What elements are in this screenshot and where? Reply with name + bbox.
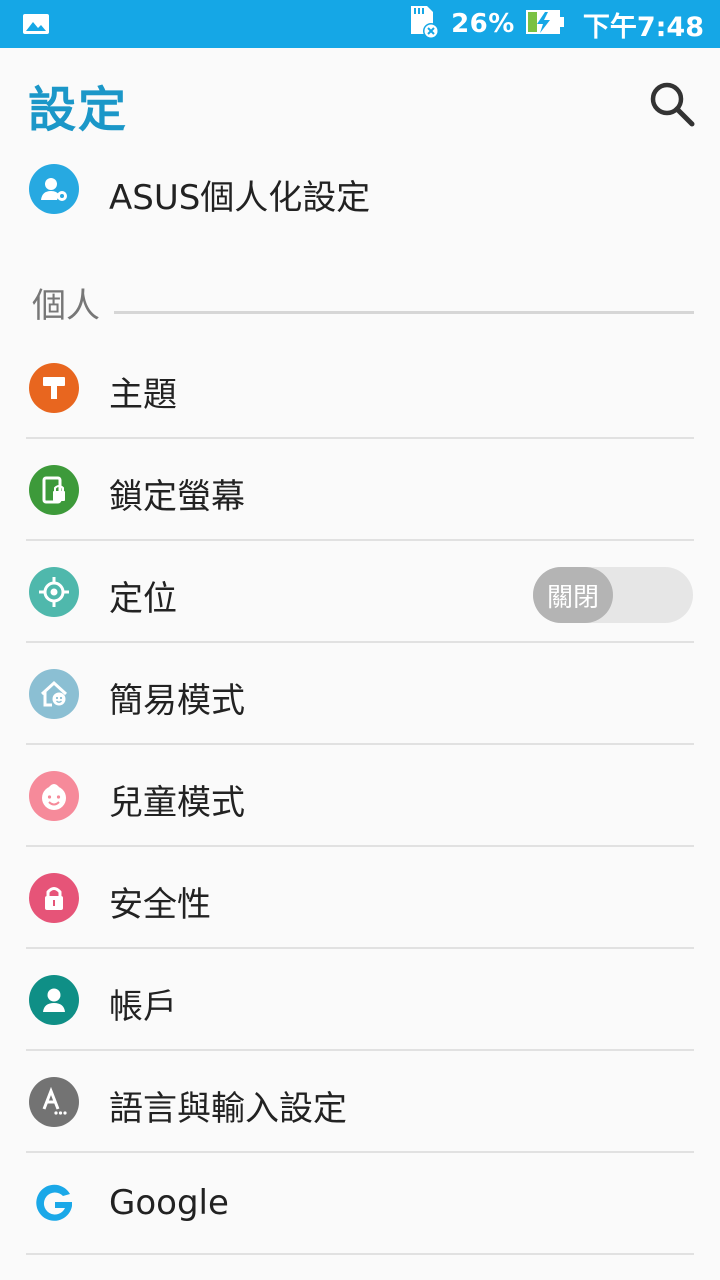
padlock-icon	[29, 873, 79, 923]
language-letter-icon	[29, 1077, 79, 1127]
settings-item-language-input[interactable]: 語言與輸入設定	[0, 1051, 720, 1153]
lock-screen-icon	[29, 465, 79, 515]
search-icon	[650, 82, 695, 127]
gallery-notification-icon	[22, 12, 50, 40]
settings-item-label: 主題	[109, 375, 177, 415]
section-title: 個人	[32, 286, 100, 326]
settings-item-themes[interactable]: 主題	[0, 337, 720, 439]
settings-item-lock-screen[interactable]: 鎖定螢幕	[0, 439, 720, 541]
section-divider	[114, 311, 694, 314]
settings-item-label: 安全性	[109, 885, 211, 925]
divider	[26, 1253, 694, 1255]
section-header-personal: 個人	[32, 278, 694, 326]
settings-item-accounts[interactable]: 帳戶	[0, 949, 720, 1051]
settings-list: 主題 鎖定螢幕 定位 關閉 簡易模式 兒童模式 安全性 帳戶 語言與輸入設定 G…	[0, 337, 720, 1255]
page-title: 設定	[28, 82, 129, 138]
toggle-knob: 關閉	[533, 567, 613, 623]
settings-item-label: 鎖定螢幕	[109, 477, 245, 517]
clock: 下午7:48	[582, 11, 704, 43]
asus-customized-settings-item[interactable]: ASUS個人化設定	[0, 150, 720, 230]
settings-item-kids-mode[interactable]: 兒童模式	[0, 745, 720, 847]
settings-item-label: 語言與輸入設定	[109, 1089, 347, 1129]
settings-item-label: 定位	[109, 579, 177, 619]
settings-item-easy-mode[interactable]: 簡易模式	[0, 643, 720, 745]
sd-card-removed-icon	[407, 4, 441, 44]
location-toggle[interactable]: 關閉	[533, 567, 693, 623]
settings-item-label: 兒童模式	[109, 783, 245, 823]
settings-item-location[interactable]: 定位 關閉	[0, 541, 720, 643]
battery-percent: 26%	[451, 9, 515, 39]
account-person-icon	[29, 975, 79, 1025]
battery-charging-icon	[525, 8, 565, 40]
user-settings-icon	[29, 164, 79, 214]
settings-item-google[interactable]: Google	[0, 1153, 720, 1255]
asus-customized-settings-label: ASUS個人化設定	[109, 178, 371, 218]
status-bar: 26% 下午7:48	[0, 0, 720, 48]
settings-item-label: 帳戶	[109, 987, 177, 1027]
settings-item-label: 簡易模式	[109, 681, 245, 721]
easy-mode-home-icon	[29, 669, 79, 719]
paint-roller-icon	[29, 363, 79, 413]
location-target-icon	[29, 567, 79, 617]
kids-face-icon	[29, 771, 79, 821]
google-g-icon	[29, 1179, 79, 1229]
search-button[interactable]	[648, 80, 696, 128]
settings-item-security[interactable]: 安全性	[0, 847, 720, 949]
settings-item-label: Google	[109, 1183, 229, 1223]
